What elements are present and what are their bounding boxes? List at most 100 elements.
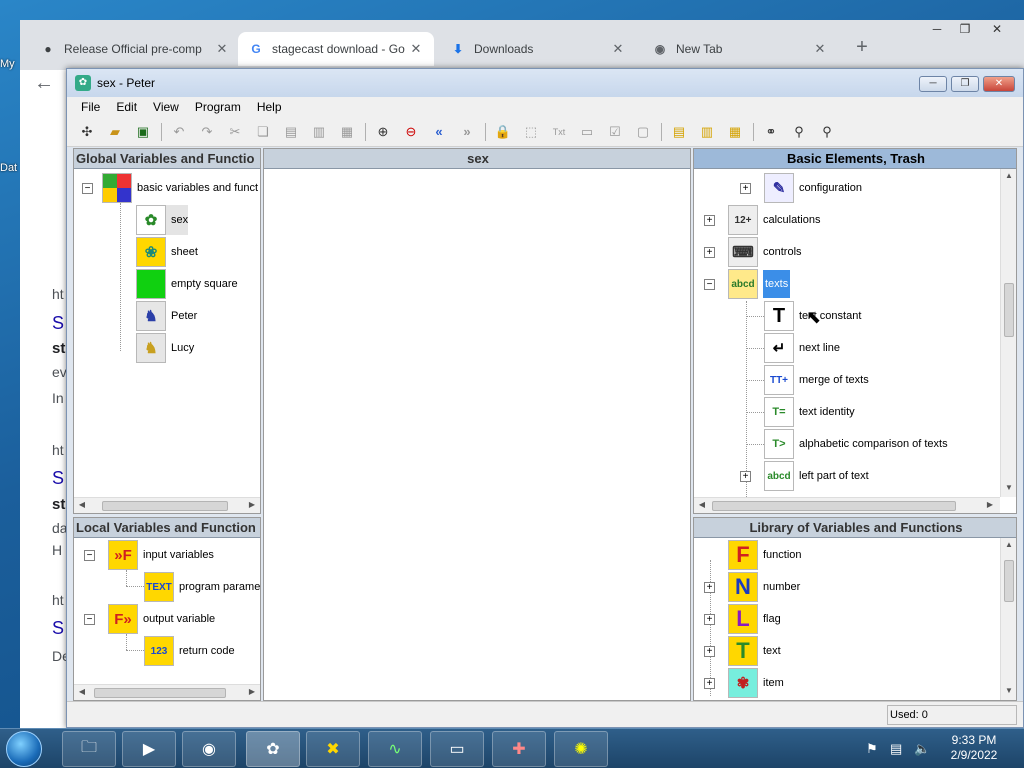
scroll-down-icon[interactable]: ▼: [1001, 483, 1016, 492]
page-link[interactable]: S: [52, 618, 64, 639]
page-link[interactable]: S: [52, 468, 64, 489]
tree-node-sex[interactable]: ✿ sex: [136, 205, 189, 235]
binoculars-icon[interactable]: ⚭: [761, 122, 781, 142]
tree-node-left-part-of-text[interactable]: abcd left part of text: [764, 461, 869, 491]
folder-down-icon[interactable]: ▦: [725, 122, 745, 142]
vertical-scrollbar[interactable]: ▲ ▼: [1000, 538, 1016, 700]
collapse-icon[interactable]: −: [704, 279, 715, 290]
tree-node-number[interactable]: N number: [728, 572, 800, 602]
tree-node-alphabetic-comparison[interactable]: T> alphabetic comparison of texts: [764, 429, 948, 459]
minimize-button[interactable]: ─: [919, 76, 947, 92]
tree-node-merge-of-texts[interactable]: TT+ merge of texts: [764, 365, 869, 395]
tree-node-basic-variables[interactable]: basic variables and funct: [102, 173, 258, 203]
page-link[interactable]: S: [52, 313, 64, 334]
tree-node-function[interactable]: F function: [728, 540, 802, 570]
back-arrow-icon[interactable]: ←: [34, 72, 54, 95]
delete-icon[interactable]: ▥: [309, 122, 329, 142]
folder-icon[interactable]: ▤: [669, 122, 689, 142]
tree-node-program-parameter[interactable]: TEXT program parame: [144, 572, 260, 602]
scroll-down-icon[interactable]: ▼: [1001, 686, 1016, 695]
expand-icon[interactable]: +: [704, 614, 715, 625]
clock[interactable]: 9:33 PM 2/9/2022: [944, 733, 1004, 763]
expand-icon[interactable]: +: [704, 215, 715, 226]
menu-help[interactable]: Help: [257, 100, 282, 114]
command-prompt-icon[interactable]: ▭: [430, 731, 484, 767]
cut-icon[interactable]: ✂: [225, 122, 245, 142]
copy-icon[interactable]: ❏: [253, 122, 273, 142]
desktop-icon-data[interactable]: Dat: [0, 162, 22, 174]
tree-node-texts[interactable]: abcd texts: [728, 269, 791, 299]
oscilloscope-icon[interactable]: ∿: [368, 731, 422, 767]
find-icon[interactable]: ⚲: [789, 122, 809, 142]
close-icon[interactable]: ✕: [986, 22, 1008, 38]
menu-edit[interactable]: Edit: [116, 100, 137, 114]
scroll-left-icon[interactable]: ◀: [74, 500, 90, 509]
scroll-left-icon[interactable]: ◀: [74, 687, 90, 696]
horizontal-scrollbar[interactable]: ◀ ▶: [74, 684, 260, 700]
tree-node-text-identity[interactable]: T= text identity: [764, 397, 855, 427]
scroll-thumb[interactable]: [712, 501, 956, 511]
tree-node-input-variables[interactable]: »F input variables: [108, 540, 214, 570]
new-tab-button[interactable]: +: [850, 36, 874, 59]
tree-node-configuration[interactable]: ✎ configuration: [764, 173, 862, 203]
tree-node-lucy[interactable]: ♞ Lucy: [136, 333, 194, 363]
scroll-up-icon[interactable]: ▲: [1001, 540, 1016, 549]
expand-icon[interactable]: +: [740, 471, 751, 482]
check-icon[interactable]: ☑: [605, 122, 625, 142]
horizontal-scrollbar[interactable]: ◀ ▶: [694, 497, 1000, 513]
close-icon[interactable]: ✕: [408, 41, 424, 57]
close-icon[interactable]: ✕: [812, 41, 828, 57]
tree-node-next-line[interactable]: ↵ next line: [764, 333, 840, 363]
paste-icon[interactable]: ▤: [281, 122, 301, 142]
tab-downloads[interactable]: ⬇ Downloads ✕: [440, 32, 636, 66]
scroll-thumb[interactable]: [1004, 283, 1014, 337]
close-icon[interactable]: ✕: [214, 41, 230, 57]
scroll-left-icon[interactable]: ◀: [694, 500, 710, 509]
expand-icon[interactable]: +: [740, 183, 751, 194]
scroll-right-icon[interactable]: ▶: [244, 500, 260, 509]
tree-node-sheet[interactable]: ❀ sheet: [136, 237, 198, 267]
chrome-icon[interactable]: ◉: [182, 731, 236, 767]
horizontal-scrollbar[interactable]: ◀ ▶: [74, 497, 260, 513]
volume-icon[interactable]: 🔈: [914, 741, 930, 756]
select-all-icon[interactable]: ▦: [337, 122, 357, 142]
tree-node-text[interactable]: T text: [728, 636, 781, 666]
tree-node-output-variable[interactable]: F» output variable: [108, 604, 215, 634]
tree-node-return-code[interactable]: 123 return code: [144, 636, 235, 666]
vertical-scrollbar[interactable]: ▲ ▼: [1000, 169, 1016, 497]
start-button[interactable]: [6, 731, 42, 767]
settings-app-icon[interactable]: ✺: [554, 731, 608, 767]
expand-icon[interactable]: +: [704, 678, 715, 689]
text-box-icon[interactable]: ▭: [577, 122, 597, 142]
zoom-out-icon[interactable]: ⊖: [401, 122, 421, 142]
rewind-icon[interactable]: «: [429, 122, 449, 142]
scroll-right-icon[interactable]: ▶: [982, 500, 998, 509]
folder-up-icon[interactable]: ▥: [697, 122, 717, 142]
close-button[interactable]: ✕: [983, 76, 1015, 92]
redo-icon[interactable]: ↷: [197, 122, 217, 142]
tree-node-calculations[interactable]: 12+ calculations: [728, 205, 820, 235]
scroll-up-icon[interactable]: ▲: [1001, 171, 1016, 180]
game-icon[interactable]: ✚: [492, 731, 546, 767]
tab-new[interactable]: ◉ New Tab ✕: [642, 32, 838, 66]
grid-icon[interactable]: ⬚: [521, 122, 541, 142]
scroll-right-icon[interactable]: ▶: [244, 687, 260, 696]
undo-icon[interactable]: ↶: [169, 122, 189, 142]
scroll-thumb[interactable]: [94, 688, 226, 698]
zoom-in-icon[interactable]: ⊕: [373, 122, 393, 142]
restore-icon[interactable]: ❐: [954, 22, 976, 38]
stagecast-app-icon[interactable]: ✿: [246, 731, 300, 767]
menu-file[interactable]: File: [81, 100, 100, 114]
collapse-icon[interactable]: −: [84, 550, 95, 561]
tree-node-item[interactable]: ✾ item: [728, 668, 784, 698]
x-app-icon[interactable]: ✖: [306, 731, 360, 767]
collapse-icon[interactable]: −: [84, 614, 95, 625]
open-icon[interactable]: ▰: [105, 122, 125, 142]
maximize-button[interactable]: ❐: [951, 76, 979, 92]
tree-node-peter[interactable]: ♞ Peter: [136, 301, 197, 331]
monitor-icon[interactable]: ▤: [890, 741, 902, 756]
media-player-icon[interactable]: ▶: [122, 731, 176, 767]
file-explorer-icon[interactable]: 🗀: [62, 731, 116, 767]
expand-icon[interactable]: +: [704, 582, 715, 593]
lock-icon[interactable]: 🔒: [493, 122, 513, 142]
